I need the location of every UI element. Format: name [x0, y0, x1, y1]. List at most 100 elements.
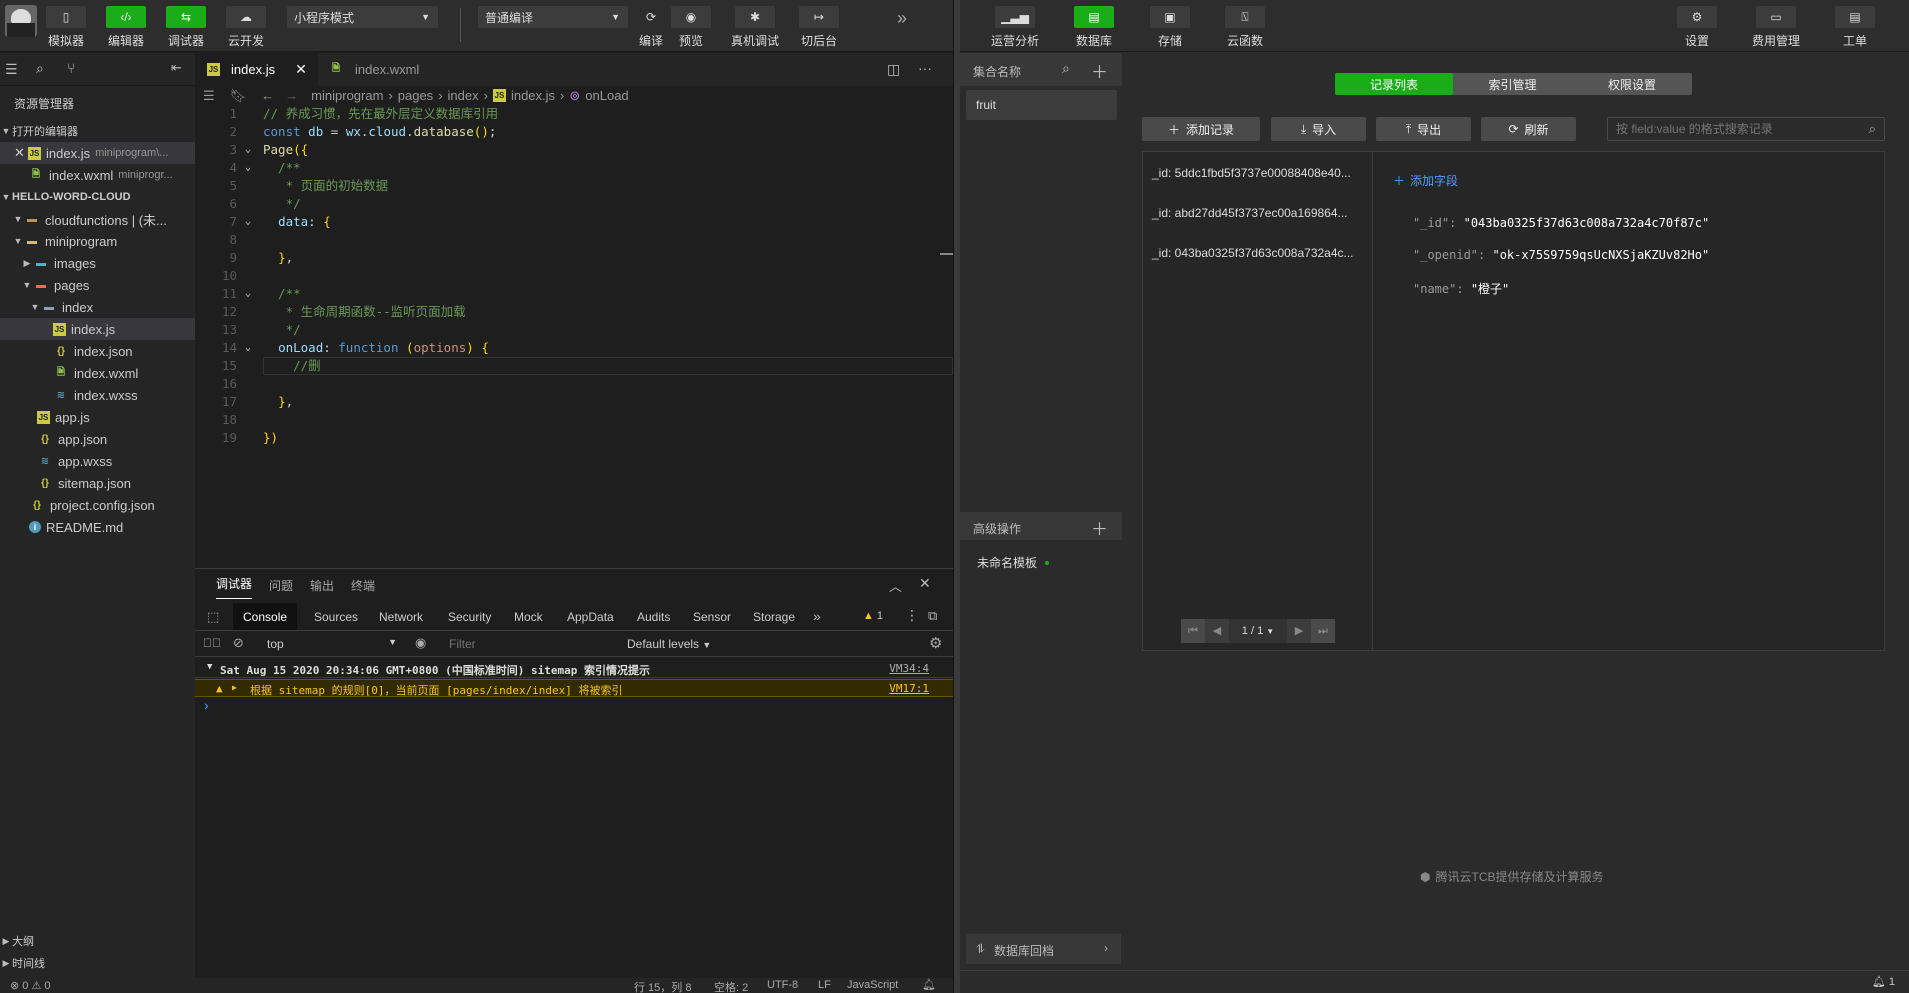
- tree-item-index-json[interactable]: {} index.json: [0, 340, 195, 362]
- devtools-tab-security[interactable]: Security: [448, 603, 491, 630]
- code-line[interactable]: 1 // 养成习惯，先在最外层定义数据库引用: [195, 105, 955, 123]
- fold-chevron-icon[interactable]: ⌄: [245, 285, 251, 303]
- close-icon[interactable]: ✕: [14, 145, 28, 161]
- next-page-icon[interactable]: ▶: [1287, 619, 1311, 643]
- code-line[interactable]: 17 },: [195, 393, 955, 411]
- context-select[interactable]: top ▼: [267, 637, 397, 651]
- devtools-tab-network[interactable]: Network: [379, 603, 423, 630]
- clear-console-icon[interactable]: ⊘: [233, 635, 244, 651]
- more-icon[interactable]: »: [897, 8, 907, 29]
- code-line[interactable]: 5 * 页面的初始数据: [195, 177, 955, 195]
- collection-item[interactable]: fruit: [966, 90, 1117, 120]
- back-arrow-icon[interactable]: ←: [261, 88, 274, 103]
- import-button[interactable]: ⤓ 导入: [1271, 117, 1366, 141]
- code-line[interactable]: 12 * 生命周期函数--监听页面加载: [195, 303, 955, 321]
- notification-badge[interactable]: 🔔︎ 1: [1872, 975, 1895, 989]
- devtools-tab-mock[interactable]: Mock: [514, 603, 543, 630]
- first-page-icon[interactable]: ⏮: [1181, 619, 1205, 643]
- inspect-icon[interactable]: ⬚: [207, 609, 219, 625]
- log-group-header[interactable]: ▼ Sat Aug 15 2020 20:34:06 GMT+0800 (中国标…: [195, 659, 953, 678]
- field-row[interactable]: "_id": "043ba0325f37d63c008a732a4c70f87c…: [1413, 216, 1709, 230]
- preview-button[interactable]: ◉ 预览: [661, 6, 721, 49]
- compile-select[interactable]: 普通编译 ▼: [478, 6, 628, 28]
- template-item[interactable]: 未命名模板: [977, 554, 1050, 571]
- editor-scrollbar[interactable]: [940, 253, 953, 255]
- panel-tab-problems[interactable]: 问题: [269, 569, 293, 601]
- record-item[interactable]: _id: 5ddc1fbd5f3737e00088408e40...: [1152, 166, 1351, 180]
- close-icon[interactable]: ✕: [919, 575, 931, 592]
- forward-arrow-icon[interactable]: →: [285, 88, 298, 103]
- nav-functions[interactable]: ⍂ 云函数: [1215, 6, 1275, 49]
- open-editor-item[interactable]: 🗎 index.wxml miniprogr...: [0, 164, 195, 186]
- fold-chevron-icon[interactable]: ⌄: [245, 339, 251, 357]
- devtools-tab-console[interactable]: Console: [233, 603, 298, 630]
- code-line[interactable]: 19}): [195, 429, 955, 447]
- tree-item-sitemap-json[interactable]: {} sitemap.json: [0, 472, 195, 494]
- window-divider[interactable]: [953, 0, 960, 993]
- list-icon[interactable]: ☰: [203, 88, 215, 104]
- list-icon[interactable]: ☰: [5, 61, 18, 78]
- code-line[interactable]: 11 ⌄ /**: [195, 285, 955, 303]
- devtools-tab-storage[interactable]: Storage: [753, 603, 795, 630]
- code-line[interactable]: 3 ⌄ Page({: [195, 141, 955, 159]
- chevron-right-icon[interactable]: ▶: [232, 683, 237, 692]
- search-icon[interactable]: ⌕: [36, 60, 44, 77]
- devtools-tab-sensor[interactable]: Sensor: [693, 603, 731, 630]
- warning-count[interactable]: ▲ 1: [863, 610, 883, 622]
- tree-item-cloudfunctions[interactable]: ▼ ▬ cloudfunctions | (未...: [0, 208, 195, 230]
- rollback-item[interactable]: ⥮ 数据库回档 ›: [966, 934, 1121, 964]
- open-editors-header[interactable]: ▼ 打开的编辑器: [0, 120, 195, 142]
- console-filter-input[interactable]: [449, 635, 599, 653]
- tree-item-index-folder[interactable]: ▼ ▬ index: [0, 296, 195, 318]
- code-line[interactable]: 6 */: [195, 195, 955, 213]
- tree-item-index-js[interactable]: JS index.js: [0, 318, 195, 340]
- bookmark-icon[interactable]: 🔖︎: [230, 88, 247, 104]
- export-button[interactable]: ⤒ 导出: [1376, 117, 1471, 141]
- code-line[interactable]: 2 const db = wx.cloud.database();: [195, 123, 955, 141]
- record-search-box[interactable]: ⌕: [1607, 117, 1885, 141]
- levels-select[interactable]: Default levels ▼: [627, 637, 711, 651]
- switch-background-button[interactable]: ↦ 切后台: [789, 6, 849, 49]
- tree-item-project-config[interactable]: {} project.config.json: [0, 494, 195, 516]
- debugger-button[interactable]: ⇆ 调试器: [156, 6, 216, 49]
- fold-chevron-icon[interactable]: ⌄: [245, 213, 251, 231]
- add-record-button[interactable]: ＋添加记录: [1142, 117, 1260, 141]
- add-template-icon[interactable]: ＋: [1091, 515, 1108, 540]
- tree-item-pages[interactable]: ▼ ▬ pages: [0, 274, 195, 296]
- nav-database[interactable]: ▤ 数据库: [1064, 6, 1124, 49]
- close-icon[interactable]: ✕: [295, 61, 307, 78]
- eye-icon[interactable]: ◉: [415, 635, 426, 651]
- add-field-button[interactable]: ＋添加字段: [1393, 172, 1458, 189]
- tree-item-app-wxss[interactable]: ≋ app.wxss: [0, 450, 195, 472]
- devtools-tab-audits[interactable]: Audits: [637, 603, 670, 630]
- more-tabs-icon[interactable]: »: [813, 608, 821, 624]
- tab-index-management[interactable]: 索引管理: [1453, 73, 1572, 95]
- more-actions-icon[interactable]: ···: [918, 60, 932, 76]
- page-select[interactable]: 1 / 1 ▼: [1229, 619, 1287, 643]
- panel-tab-output[interactable]: 输出: [310, 569, 334, 601]
- panel-tab-debugger[interactable]: 调试器: [216, 569, 253, 599]
- code-line[interactable]: 16: [195, 375, 955, 393]
- refresh-button[interactable]: ⟳ 刷新: [1481, 117, 1576, 141]
- add-collection-icon[interactable]: ＋: [1091, 58, 1108, 83]
- tree-item-index-wxss[interactable]: ≋ index.wxss: [0, 384, 195, 406]
- field-row[interactable]: "name": "橙子": [1413, 280, 1509, 297]
- code-line[interactable]: 4 ⌄ /**: [195, 159, 955, 177]
- mode-select[interactable]: 小程序模式 ▼: [287, 6, 438, 28]
- panel-tab-terminal[interactable]: 终端: [351, 569, 375, 601]
- nav-settings[interactable]: ⚙ 设置: [1667, 6, 1727, 49]
- prev-page-icon[interactable]: ◀: [1205, 619, 1229, 643]
- tree-item-app-js[interactable]: JS app.js: [0, 406, 195, 428]
- cloud-dev-button[interactable]: ☁ 云开发: [216, 6, 276, 49]
- remote-debug-button[interactable]: ✱ 真机调试: [725, 6, 785, 49]
- code-line[interactable]: 8: [195, 231, 955, 249]
- nav-storage[interactable]: ▣ 存储: [1140, 6, 1200, 49]
- fold-chevron-icon[interactable]: ⌄: [245, 159, 251, 177]
- code-line[interactable]: 14 ⌄ onLoad: function (options) {: [195, 339, 955, 357]
- tab-permissions[interactable]: 权限设置: [1572, 73, 1692, 95]
- code-editor[interactable]: 1 // 养成习惯，先在最外层定义数据库引用 2 const db = wx.clou…: [195, 105, 955, 568]
- record-item[interactable]: _id: 043ba0325f37d63c008a732a4c...: [1152, 246, 1354, 260]
- collapse-icon[interactable]: ⇤: [171, 60, 182, 76]
- chevron-up-icon[interactable]: ︿: [889, 576, 902, 595]
- bell-icon[interactable]: 🔔︎: [922, 978, 936, 991]
